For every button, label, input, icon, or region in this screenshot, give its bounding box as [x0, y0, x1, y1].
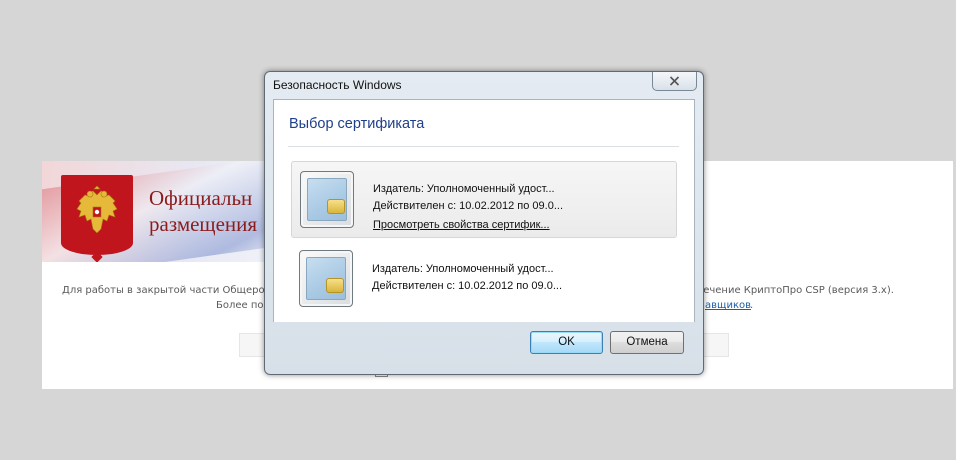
- certificate-issuer: Издатель: Уполномоченный удост...: [373, 183, 555, 195]
- close-button[interactable]: [652, 72, 697, 91]
- site-notice-text-2: Более под: [216, 300, 271, 311]
- certificate-item[interactable]: Издатель: Уполномоченный удост... Действ…: [291, 161, 677, 238]
- double-headed-eagle-icon: [76, 185, 118, 234]
- smart-card-icon: [299, 250, 353, 307]
- ok-button[interactable]: OK: [530, 331, 603, 354]
- dialog-heading: Выбор сертификата: [289, 116, 425, 132]
- site-link-dot: .: [750, 300, 754, 311]
- chip-icon: [327, 199, 345, 214]
- close-icon: [669, 76, 680, 86]
- certificate-validity: Действителен с: 10.02.2012 по 09.0...: [372, 280, 563, 292]
- certificate-item[interactable]: Издатель: Уполномоченный удост... Действ…: [291, 241, 675, 316]
- dialog-content: Выбор сертификата Издатель: Уполномоченн…: [273, 99, 695, 322]
- site-suppliers-link[interactable]: авщиков: [705, 300, 751, 311]
- site-notice-text: Для работы в закрытой части Общерос: [62, 285, 271, 296]
- chip-icon: [326, 278, 344, 293]
- smart-card-icon: [300, 171, 354, 228]
- certificate-dialog: Безопасность Windows Выбор сертификата И…: [264, 71, 704, 375]
- dialog-window-title: Безопасность Windows: [273, 78, 402, 92]
- screen: Официальн размещения Для работы в закрыт…: [0, 0, 956, 460]
- view-certificate-properties-link[interactable]: Просмотреть свойства сертифик...: [373, 219, 550, 231]
- site-title: Официальн размещения: [149, 186, 258, 236]
- certificate-issuer: Издатель: Уполномоченный удост...: [372, 263, 554, 275]
- certificate-validity: Действителен с: 10.02.2012 по 09.0...: [373, 200, 564, 212]
- heading-divider: [288, 146, 679, 147]
- site-notice-text-right: еспечение КриптоПро CSP (версия 3.x).: [685, 285, 894, 296]
- cancel-button[interactable]: Отмена: [610, 331, 684, 354]
- russia-emblem-icon: [61, 175, 133, 255]
